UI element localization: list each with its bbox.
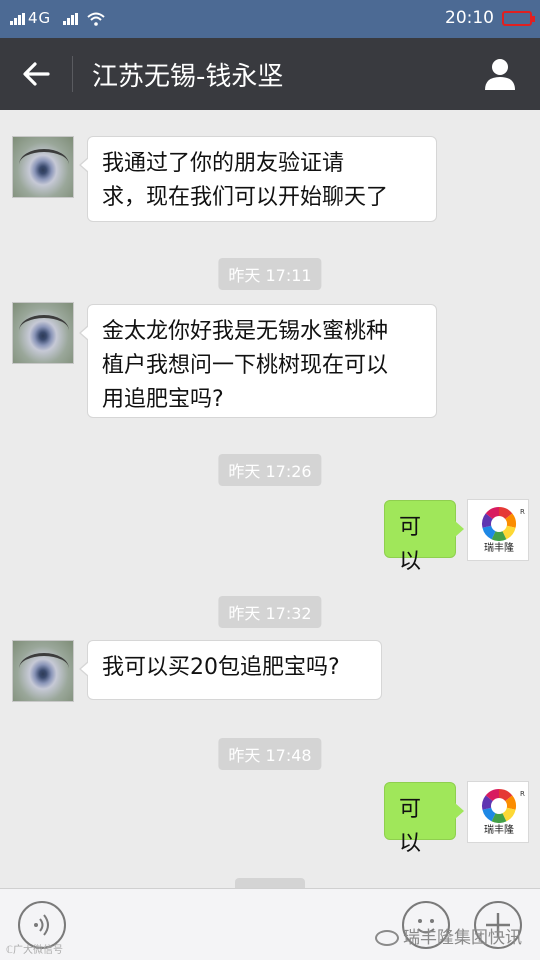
message-line: 用追肥宝吗?	[102, 387, 224, 412]
message-bubble-sent[interactable]: 可以	[384, 500, 464, 574]
message-text: 可以	[399, 797, 422, 856]
message-line: 我通过了你的朋友验证请	[102, 151, 345, 176]
timestamp: 昨天 17:11	[218, 258, 322, 290]
watermark-small: ℂ广大微信号	[6, 945, 63, 956]
message-bubble[interactable]: 我通过了你的朋友验证请 求，现在我们可以开始聊天了	[79, 136, 437, 222]
signal-indicator: 4G	[10, 9, 105, 27]
timestamp-partial	[235, 878, 305, 888]
watermark: 瑞丰隆集团快讯	[375, 923, 522, 948]
message-line: 植户我想问一下桃树现在可以	[102, 353, 389, 378]
message-line: 求，现在我们可以开始聊天了	[102, 185, 389, 210]
message-line: 金太龙你好我是无锡水蜜桃种	[102, 319, 389, 344]
brand-label: 瑞丰隆	[484, 825, 514, 836]
color-wheel-logo: R	[482, 789, 525, 823]
chat-title: 江苏无锡-钱永坚	[92, 62, 284, 92]
message-bubble[interactable]: 金太龙你好我是无锡水蜜桃种 植户我想问一下桃树现在可以 用追肥宝吗?	[79, 304, 437, 418]
clock: 20:10	[445, 8, 494, 28]
person-icon[interactable]	[482, 56, 518, 92]
wechat-logo-icon	[375, 930, 399, 946]
wifi-icon	[87, 12, 105, 26]
color-wheel-logo: R	[482, 507, 525, 541]
watermark-text: 瑞丰隆集团快讯	[403, 928, 522, 948]
brand-avatar[interactable]: R 瑞丰隆	[467, 781, 529, 843]
brand-avatar[interactable]: R 瑞丰隆	[467, 499, 529, 561]
network-type: 4G	[28, 9, 52, 27]
battery-icon	[502, 11, 535, 26]
message-text: 我可以买20包追肥宝吗?	[102, 655, 340, 680]
signal-icon	[10, 12, 26, 25]
contact-avatar[interactable]	[12, 136, 74, 198]
contact-avatar[interactable]	[12, 302, 74, 364]
signal-icon-2	[62, 12, 79, 25]
brand-label: 瑞丰隆	[484, 543, 514, 554]
registered-mark: R	[520, 790, 525, 798]
message-bubble[interactable]: 我可以买20包追肥宝吗?	[79, 640, 382, 700]
input-bar: 瑞丰隆集团快讯 ℂ广大微信号	[0, 888, 540, 960]
timestamp: 昨天 17:48	[218, 738, 322, 770]
timestamp: 昨天 17:32	[218, 596, 322, 628]
timestamp: 昨天 17:26	[218, 454, 322, 486]
message-list[interactable]: 我通过了你的朋友验证请 求，现在我们可以开始聊天了 昨天 17:11 金太龙你好…	[0, 110, 540, 888]
message-bubble-sent[interactable]: 可以	[384, 782, 464, 856]
message-text: 可以	[399, 515, 422, 574]
back-arrow-icon[interactable]	[20, 58, 52, 90]
contact-avatar[interactable]	[12, 640, 74, 702]
registered-mark: R	[520, 508, 525, 516]
header-divider	[72, 56, 73, 92]
status-bar: 4G 20:10	[0, 0, 540, 38]
chat-header: 江苏无锡-钱永坚	[0, 38, 540, 110]
